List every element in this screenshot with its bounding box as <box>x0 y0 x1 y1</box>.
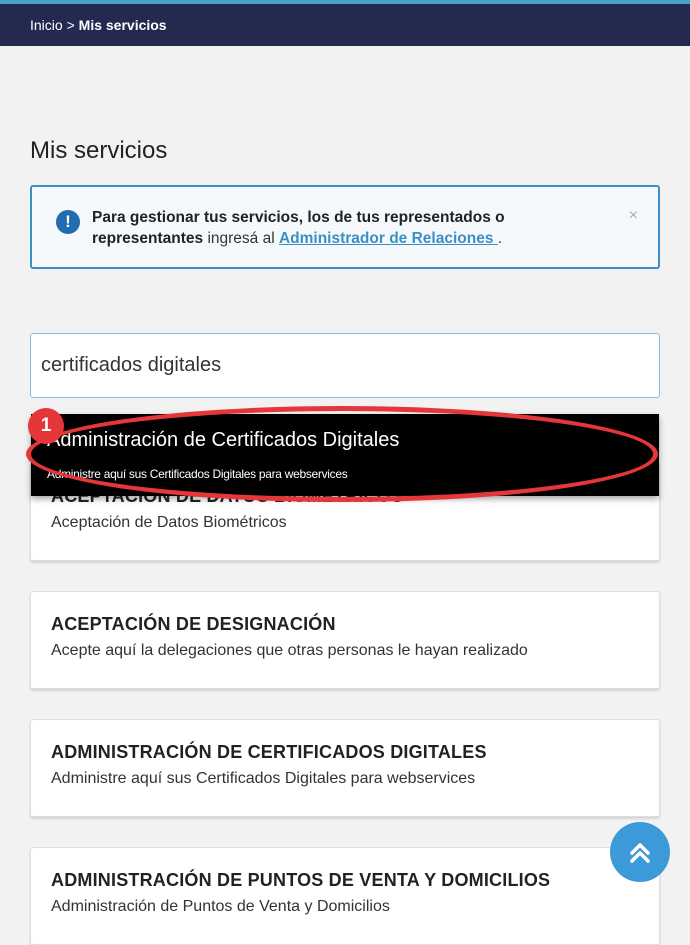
service-card-title: ACEPTACIÓN DE DESIGNACIÓN <box>51 614 336 634</box>
top-bar: Inicio > Mis servicios <box>0 0 690 46</box>
service-card[interactable]: ADMINISTRACIÓN DE CERTIFICADOS DIGITALES… <box>30 719 660 817</box>
autocomplete-suggestion[interactable]: Administración de Certificados Digitales… <box>31 414 659 496</box>
exclamation-circle-icon: ! <box>56 210 80 234</box>
service-card-title: ADMINISTRACIÓN DE CERTIFICADOS DIGITALES <box>51 742 487 762</box>
alert-end-text: . <box>497 230 503 247</box>
service-card-description: Aceptación de Datos Biométricos <box>51 514 287 531</box>
search-input[interactable] <box>30 333 660 398</box>
step-badge: 1 <box>28 408 64 444</box>
alert-message: Para gestionar tus servicios, los de tus… <box>92 207 562 249</box>
service-card[interactable]: ACEPTACIÓN DE DESIGNACIÓN Acepte aquí la… <box>30 591 660 689</box>
page-title: Mis servicios <box>30 137 168 164</box>
service-card-title: ADMINISTRACIÓN DE PUNTOS DE VENTA Y DOMI… <box>51 870 551 890</box>
close-icon[interactable]: × <box>629 207 638 225</box>
suggestion-description: Administre aquí sus Certificados Digital… <box>47 467 348 481</box>
breadcrumb-separator: > <box>66 17 75 33</box>
double-chevron-up-icon <box>630 843 650 863</box>
scroll-to-top-button[interactable] <box>610 822 670 882</box>
info-alert: ! Para gestionar tus servicios, los de t… <box>30 185 660 269</box>
service-card-description: Administración de Puntos de Venta y Domi… <box>51 898 390 915</box>
service-card[interactable]: ADMINISTRACIÓN DE PUNTOS DE VENTA Y DOMI… <box>30 847 660 945</box>
service-card-description: Administre aquí sus Certificados Digital… <box>51 770 476 787</box>
alert-mid-text: ingresá al <box>203 230 279 247</box>
suggestion-title: Administración de Certificados Digitales <box>47 429 400 451</box>
breadcrumb: Inicio > Mis servicios <box>30 17 167 33</box>
service-card-description: Acepte aquí la delegaciones que otras pe… <box>51 642 528 659</box>
breadcrumb-current: Mis servicios <box>78 17 167 33</box>
breadcrumb-home-link[interactable]: Inicio <box>30 17 63 33</box>
administrador-relaciones-link[interactable]: Administrador de Relaciones <box>279 230 498 247</box>
